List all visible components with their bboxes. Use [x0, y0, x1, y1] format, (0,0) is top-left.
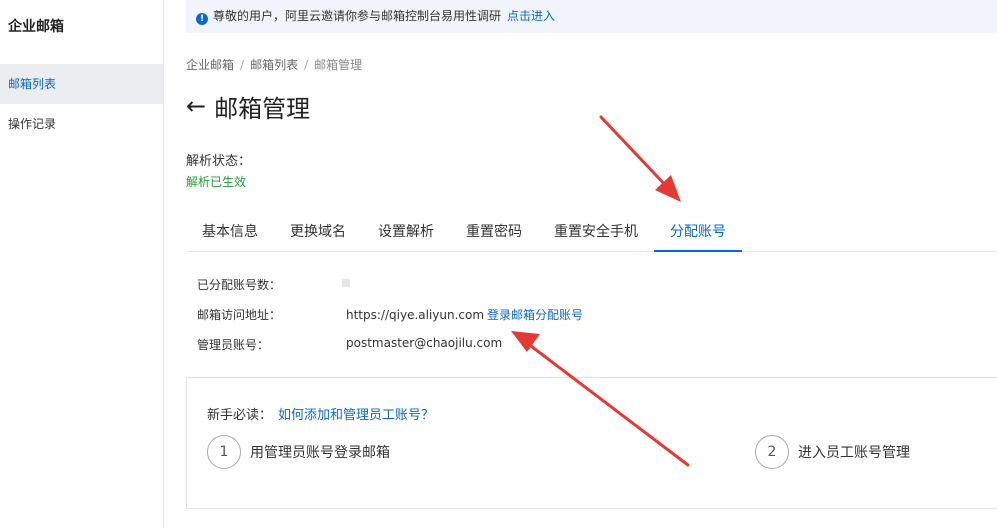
back-arrow-icon[interactable]: ← [186, 92, 206, 120]
guide-prefix: 新手必读： [207, 408, 273, 423]
sidebar-item-mailbox-list[interactable]: 邮箱列表 [0, 64, 163, 104]
tab-change-domain[interactable]: 更换域名 [274, 213, 362, 252]
page-title: 邮箱管理 [214, 94, 311, 123]
access-url-row: https://qiye.aliyun.com 登录邮箱分配账号 [346, 306, 583, 323]
step-number: 1 [207, 435, 241, 469]
admin-account-value: postmaster@chaojilu.com [346, 336, 503, 350]
access-url-value: https://qiye.aliyun.com [346, 308, 485, 322]
admin-account-label: 管理员账号： [197, 338, 270, 352]
survey-notice: ! 尊敬的用户，阿里云邀请你参与邮箱控制台易用性调研 点击进入 [186, 0, 997, 33]
annotation-arrow-to-tab [599, 115, 681, 202]
sidebar: 企业邮箱 邮箱列表 操作记录 [0, 0, 164, 528]
tab-assign-accounts[interactable]: 分配账号 [654, 213, 742, 252]
resolve-status-value: 解析已生效 [186, 175, 247, 189]
guide-title: 新手必读： 如何添加和管理员工账号？ [207, 404, 434, 423]
guide-step-2: 2 进入员工账号管理 [755, 435, 910, 469]
assigned-count-value [342, 279, 350, 287]
notice-text: 尊敬的用户，阿里云邀请你参与邮箱控制台易用性调研 [213, 9, 502, 23]
access-url-label: 邮箱访问地址： [197, 308, 282, 322]
assigned-count-label: 已分配账号数： [197, 278, 282, 292]
breadcrumb-separator: / [240, 58, 245, 72]
breadcrumb-item-current: 邮箱管理 [314, 58, 363, 72]
step-number: 2 [755, 435, 789, 469]
guide-link[interactable]: 如何添加和管理员工账号？ [278, 408, 434, 423]
info-icon: ! [196, 13, 208, 25]
sidebar-brand: 企业邮箱 [8, 19, 64, 35]
step-label: 用管理员账号登录邮箱 [250, 445, 390, 461]
page-title-row: ← 邮箱管理 [186, 90, 311, 123]
tab-reset-password[interactable]: 重置密码 [450, 213, 538, 252]
sidebar-item-operation-log[interactable]: 操作记录 [0, 104, 163, 144]
breadcrumb-separator: / [304, 58, 309, 72]
breadcrumb: 企业邮箱 / 邮箱列表 / 邮箱管理 [186, 56, 362, 73]
breadcrumb-item-mailbox-list[interactable]: 邮箱列表 [250, 58, 298, 72]
tab-dns-settings[interactable]: 设置解析 [362, 213, 450, 252]
tab-reset-security-phone[interactable]: 重置安全手机 [538, 213, 654, 252]
tab-basic-info[interactable]: 基本信息 [186, 213, 274, 252]
tab-bar: 基本信息 更换域名 设置解析 重置密码 重置安全手机 分配账号 [186, 213, 997, 252]
notice-link[interactable]: 点击进入 [507, 9, 555, 23]
guide-step-1: 1 用管理员账号登录邮箱 [207, 435, 390, 469]
step-label: 进入员工账号管理 [798, 445, 910, 461]
breadcrumb-item-enterprise-mail[interactable]: 企业邮箱 [186, 58, 234, 72]
guide-panel: 新手必读： 如何添加和管理员工账号？ 1 用管理员账号登录邮箱 2 进入员工账号管… [186, 377, 997, 509]
resolve-status-label: 解析状态： [186, 154, 252, 169]
login-assign-link[interactable]: 登录邮箱分配账号 [487, 308, 583, 322]
